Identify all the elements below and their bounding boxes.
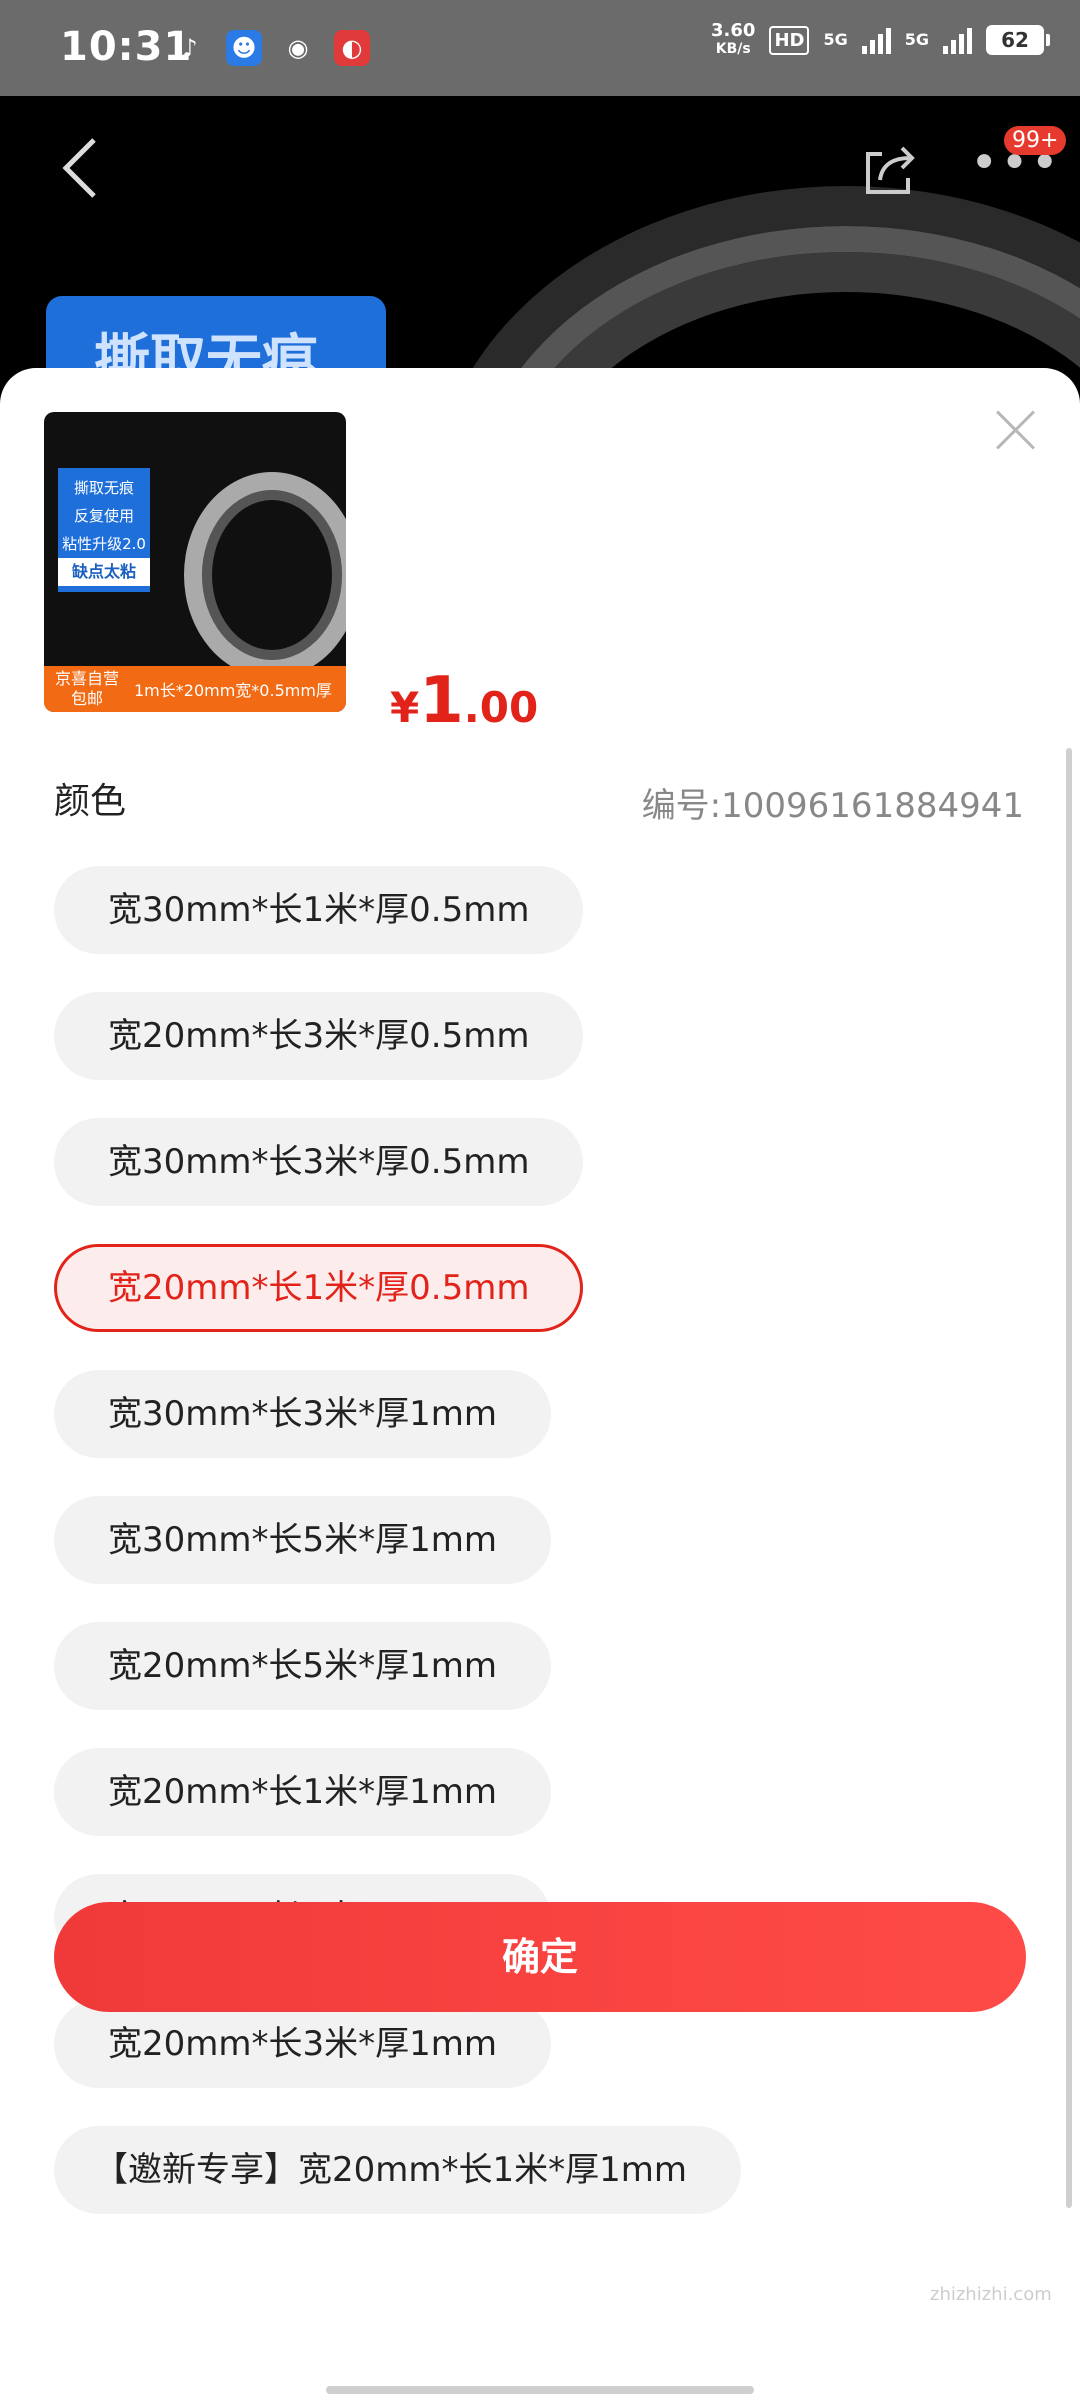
thumbnail-tag: 粘性升级2.0 (62, 535, 146, 553)
app-red-icon: ◐ (334, 30, 370, 66)
option-chip-selected[interactable]: 宽20mm*长1米*厚0.5mm (54, 1244, 584, 1332)
thumbnail-tags: 撕取无痕 反复使用 粘性升级2.0 缺点太粘 (58, 468, 150, 592)
option-chip[interactable]: 宽30mm*长5米*厚1mm (54, 1496, 552, 1584)
status-bar: 10:31 ♪ ☻ ◉ ◐ 3.60 KB/s HD 5G 5G 62 (0, 0, 1080, 96)
shipping-badge-line1: 京喜自营 (54, 669, 119, 688)
shipping-badge: 京喜自营 包邮 (44, 666, 130, 712)
music-note-icon: ♪ (182, 34, 198, 62)
price: ¥1.00 (390, 664, 538, 738)
thumbnail-footer: 京喜自营 包邮 1m长*20mm宽*0.5mm厚 (44, 666, 346, 712)
attribute-label: 颜色 (54, 781, 127, 822)
app-robot-icon: ☻ (226, 30, 262, 66)
home-indicator[interactable] (326, 2386, 754, 2394)
network-speed-unit: KB/s (715, 41, 751, 57)
share-button[interactable] (860, 140, 920, 200)
sku-number: 编号:10096161884941 (641, 786, 1024, 826)
sku-selector-sheet: 撕取无痕 反复使用 粘性升级2.0 缺点太粘 京喜自营 包邮 1m长*20mm宽… (0, 368, 1080, 2400)
chevron-left-icon (62, 138, 96, 198)
signal-bars-icon (861, 26, 891, 54)
option-chip[interactable]: 宽20mm*长3米*厚0.5mm (54, 992, 584, 1080)
close-icon[interactable] (994, 408, 1038, 452)
price-integer: 1 (419, 664, 464, 738)
option-chip[interactable]: 宽20mm*长1米*厚1mm (54, 1748, 552, 1836)
thumbnail-spec: 1m长*20mm宽*0.5mm厚 (134, 681, 332, 700)
network-speed: 3.60 KB/s (711, 22, 755, 58)
notification-badge: 99+ (1004, 126, 1067, 155)
option-chip[interactable]: 宽30mm*长1米*厚0.5mm (54, 866, 584, 954)
wechat-icon: ◉ (287, 34, 309, 62)
option-chip[interactable]: 宽30mm*长3米*厚0.5mm (54, 1118, 584, 1206)
product-thumbnail: 撕取无痕 反复使用 粘性升级2.0 缺点太粘 京喜自营 包邮 1m长*20mm宽… (44, 412, 346, 712)
option-chip[interactable]: 宽20mm*长3米*厚1mm (54, 2000, 552, 2088)
product-hero: ••• 99+ 撕取无痕 (0, 96, 1080, 396)
price-decimal: .00 (463, 683, 539, 732)
watermark-url: zhizhizhi.com (930, 2284, 1052, 2305)
sim2-network-label: 5G (904, 30, 929, 49)
tape-roll-image (184, 472, 346, 678)
system-indicators: 3.60 KB/s HD 5G 5G 62 (711, 22, 1050, 58)
hd-voice-icon: HD (769, 25, 810, 55)
option-chip[interactable]: 宽30mm*长3米*厚1mm (54, 1370, 552, 1458)
share-icon (866, 146, 915, 194)
price-symbol: ¥ (390, 683, 420, 732)
notification-icons: ♪ ☻ ◉ ◐ (172, 30, 370, 66)
confirm-button[interactable]: 确定 (54, 1902, 1026, 2012)
shipping-badge-line2: 包邮 (70, 689, 103, 708)
back-button[interactable] (60, 136, 120, 216)
thumbnail-tag: 撕取无痕 (73, 479, 134, 497)
scrollbar[interactable] (1066, 748, 1072, 2208)
option-chip[interactable]: 【邀新专享】宽20mm*长1米*厚1mm (54, 2126, 742, 2214)
sim1-network-label: 5G (823, 30, 848, 49)
thumbnail-tag: 反复使用 (73, 507, 134, 525)
thumbnail-tag: 缺点太粘 (58, 558, 150, 586)
signal-bars-icon (943, 26, 972, 54)
network-speed-value: 3.60 (711, 20, 756, 41)
option-chip[interactable]: 宽20mm*长5米*厚1mm (54, 1622, 552, 1710)
battery-icon: 62 (986, 25, 1050, 55)
